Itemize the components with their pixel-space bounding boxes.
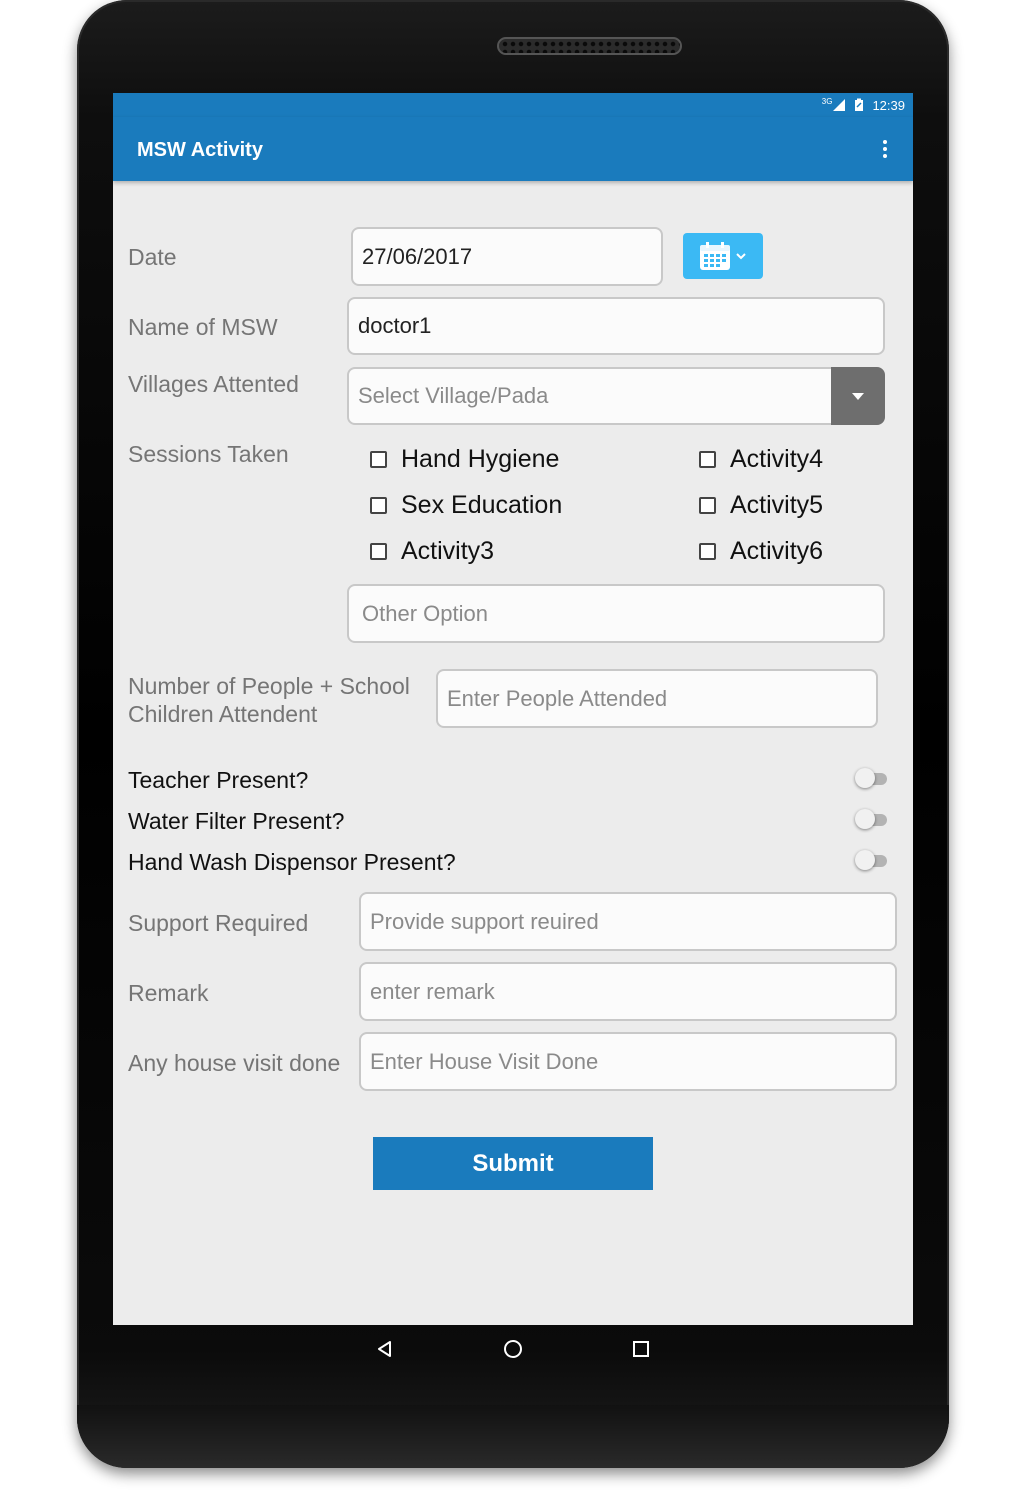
session-checkbox[interactable]: Activity6 — [699, 537, 823, 566]
navigation-bar — [113, 1325, 913, 1373]
dropdown-arrow-icon — [852, 392, 864, 400]
name-label: Name of MSW — [128, 314, 278, 340]
people-label-line1: Number of People + School — [128, 673, 410, 699]
sessions-label: Sessions Taken — [128, 441, 289, 467]
support-field[interactable]: Provide support reuired — [359, 892, 897, 951]
people-attended-field[interactable]: Enter People Attended — [436, 669, 878, 728]
session-checkbox[interactable]: Hand Hygiene — [370, 445, 559, 474]
checkbox-icon[interactable] — [699, 451, 716, 468]
village-select[interactable]: Select Village/Pada — [347, 367, 833, 425]
date-label: Date — [128, 244, 177, 270]
session-checkbox[interactable]: Sex Education — [370, 491, 562, 520]
hand-wash-switch[interactable] — [855, 849, 889, 871]
support-label: Support Required — [128, 910, 309, 936]
checkbox-label: Activity5 — [730, 491, 824, 519]
checkbox-icon[interactable] — [370, 451, 387, 468]
checkbox-label: Activity6 — [730, 537, 824, 565]
hand-wash-label: Hand Wash Dispensor Present? — [128, 849, 456, 875]
session-checkbox[interactable]: Activity5 — [699, 491, 823, 520]
date-picker-button[interactable] — [683, 233, 763, 279]
checkbox-label: Sex Education — [401, 491, 563, 519]
back-icon[interactable] — [371, 1335, 399, 1363]
recents-icon[interactable] — [627, 1335, 655, 1363]
tablet-chin — [77, 1405, 949, 1468]
checkbox-icon[interactable] — [370, 497, 387, 514]
screen: 3G 12:39 MSW Activity Date 27/06/2017 Na… — [113, 93, 913, 1325]
other-option-field[interactable]: Other Option — [347, 584, 885, 643]
checkbox-icon[interactable] — [699, 543, 716, 560]
session-checkbox[interactable]: Activity3 — [370, 537, 494, 566]
more-vert-icon[interactable] — [877, 137, 893, 161]
villages-label: Villages Attented — [128, 371, 299, 397]
battery-icon — [855, 98, 864, 111]
app-bar: MSW Activity — [113, 117, 913, 181]
speaker-grille — [497, 37, 682, 55]
name-field[interactable]: doctor1 — [347, 297, 885, 355]
app-title: MSW Activity — [137, 139, 263, 161]
status-time: 12:39 — [872, 97, 905, 113]
people-label: Number of People + School Children Atten… — [128, 672, 410, 728]
submit-button[interactable]: Submit — [373, 1137, 653, 1190]
checkbox-label: Activity4 — [730, 445, 824, 473]
village-dropdown-button[interactable] — [831, 367, 885, 425]
water-filter-label: Water Filter Present? — [128, 808, 345, 834]
session-checkbox[interactable]: Activity4 — [699, 445, 823, 474]
signal-icon — [833, 99, 846, 111]
checkbox-label: Activity3 — [401, 537, 495, 565]
calendar-icon — [700, 242, 730, 270]
chevron-down-icon — [736, 253, 746, 260]
status-bar: 3G 12:39 — [113, 93, 913, 117]
remark-field[interactable]: enter remark — [359, 962, 897, 1021]
teacher-present-switch[interactable] — [855, 767, 889, 789]
people-label-line2: Children Attendent — [128, 701, 318, 727]
house-visit-field[interactable]: Enter House Visit Done — [359, 1032, 897, 1091]
water-filter-switch[interactable] — [855, 808, 889, 830]
checkbox-icon[interactable] — [370, 543, 387, 560]
checkbox-icon[interactable] — [699, 497, 716, 514]
home-icon[interactable] — [499, 1335, 527, 1363]
remark-label: Remark — [128, 980, 209, 1006]
teacher-present-label: Teacher Present? — [128, 767, 309, 793]
checkbox-label: Hand Hygiene — [401, 445, 560, 473]
house-visit-label: Any house visit done — [128, 1050, 341, 1076]
date-field[interactable]: 27/06/2017 — [351, 227, 663, 286]
network-label: 3G — [821, 96, 833, 106]
